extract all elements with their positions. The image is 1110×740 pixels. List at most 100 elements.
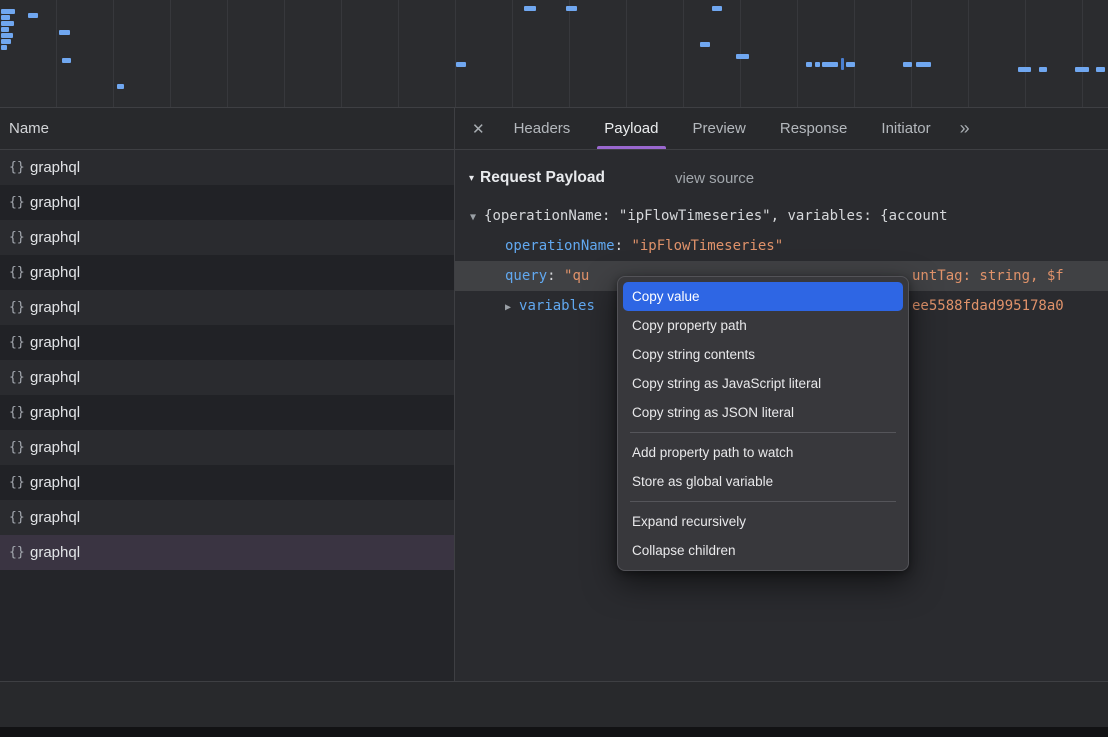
request-timing-bar (815, 62, 820, 67)
root-preview-text: {operationName: "ipFlowTimeseries", vari… (484, 208, 948, 224)
menu-item-expand-recursively[interactable]: Expand recursively (618, 507, 908, 536)
request-name: graphql (30, 404, 80, 421)
section-expander-icon[interactable]: ▾ (469, 173, 474, 184)
request-name: graphql (30, 159, 80, 176)
request-timing-bar (28, 13, 38, 18)
footer-area (0, 682, 1108, 727)
request-name: graphql (30, 334, 80, 351)
json-braces-icon: {} (9, 160, 30, 175)
detail-tabs: HeadersPayloadPreviewResponseInitiator (497, 108, 948, 149)
request-timing-bar (1039, 67, 1047, 72)
request-timing-bar (59, 30, 70, 35)
json-braces-icon: {} (9, 545, 30, 560)
column-header-name-label: Name (9, 120, 49, 137)
network-request-row[interactable]: {}graphql (0, 465, 454, 500)
request-timing-bar (1075, 67, 1089, 72)
menu-item-copy-string-contents[interactable]: Copy string contents (618, 340, 908, 369)
menu-item-collapse-children[interactable]: Collapse children (618, 536, 908, 565)
property-value-overflow: ee5588fdad995178a0 (912, 291, 1064, 321)
json-braces-icon: {} (9, 195, 30, 210)
request-timing-bar (1, 15, 10, 20)
json-braces-icon: {} (9, 510, 30, 525)
json-braces-icon: {} (9, 230, 30, 245)
request-name: graphql (30, 544, 80, 561)
request-timing-bar (1, 27, 9, 32)
request-timing-bar (456, 62, 466, 67)
property-value-overflow: untTag: string, $f (912, 261, 1064, 291)
tab-initiator[interactable]: Initiator (864, 108, 947, 149)
request-name: graphql (30, 474, 80, 491)
network-request-row[interactable]: {}graphql (0, 360, 454, 395)
network-request-row[interactable]: {}graphql (0, 430, 454, 465)
expander-down-icon[interactable]: ▼ (470, 203, 476, 231)
request-timing-bar (846, 62, 855, 67)
request-timing-bar (1096, 67, 1105, 72)
network-request-row[interactable]: {}graphql (0, 290, 454, 325)
menu-item-copy-value[interactable]: Copy value (623, 282, 903, 311)
request-name: graphql (30, 509, 80, 526)
close-icon: ✕ (472, 121, 485, 138)
json-braces-icon: {} (9, 370, 30, 385)
menu-item-add-property-path-to-watch[interactable]: Add property path to watch (618, 438, 908, 467)
section-title: Request Payload (480, 169, 605, 187)
tab-payload[interactable]: Payload (587, 108, 675, 149)
network-request-row[interactable]: {}graphql (0, 325, 454, 360)
request-list: {}graphql{}graphql{}graphql{}graphql{}gr… (0, 150, 454, 570)
network-request-row[interactable]: {}graphql (0, 255, 454, 290)
network-request-row[interactable]: {}graphql (0, 185, 454, 220)
request-timing-bar (806, 62, 812, 67)
property-value: "ipFlowTimeseries" (631, 238, 783, 254)
request-timing-bar (903, 62, 912, 67)
menu-item-copy-string-as-javascript-literal[interactable]: Copy string as JavaScript literal (618, 369, 908, 398)
menu-item-store-as-global-variable[interactable]: Store as global variable (618, 467, 908, 496)
network-request-row[interactable]: {}graphql (0, 535, 454, 570)
network-overview-timeline[interactable] (0, 0, 1108, 108)
property-value: "qu (564, 268, 589, 284)
request-payload-section-header[interactable]: ▾ Request Payload view source (469, 163, 754, 193)
property-key: variables (519, 298, 595, 314)
network-request-row[interactable]: {}graphql (0, 500, 454, 535)
request-name: graphql (30, 264, 80, 281)
tab-headers[interactable]: Headers (497, 108, 588, 149)
request-name: graphql (30, 194, 80, 211)
menu-separator (630, 501, 896, 502)
panel-header-band: Name ✕ HeadersPayloadPreviewResponseInit… (0, 108, 1108, 150)
request-timing-bar (1, 9, 15, 14)
menu-item-copy-property-path[interactable]: Copy property path (618, 311, 908, 340)
request-timing-bar (1, 21, 14, 26)
window-bottom-bar (0, 727, 1108, 737)
menu-item-copy-string-as-json-literal[interactable]: Copy string as JSON literal (618, 398, 908, 427)
panel-split-divider[interactable] (454, 108, 455, 727)
column-header-name[interactable]: Name (0, 108, 454, 149)
expander-right-icon[interactable]: ▶ (505, 293, 511, 321)
detail-tabbar: ✕ HeadersPayloadPreviewResponseInitiator… (455, 108, 1108, 149)
request-name: graphql (30, 299, 80, 316)
tab-response[interactable]: Response (763, 108, 865, 149)
request-timing-bar (1, 39, 11, 44)
payload-root-node[interactable]: ▼ {operationName: "ipFlowTimeseries", var… (455, 201, 1108, 231)
request-name: graphql (30, 369, 80, 386)
json-braces-icon: {} (9, 300, 30, 315)
network-request-row[interactable]: {}graphql (0, 220, 454, 255)
view-source-link[interactable]: view source (675, 170, 754, 187)
more-tabs-button[interactable]: » (960, 118, 970, 139)
request-name: graphql (30, 229, 80, 246)
property-key: query (505, 268, 547, 284)
json-braces-icon: {} (9, 335, 30, 350)
request-timing-bar (117, 84, 124, 89)
request-timing-bar (916, 62, 931, 67)
request-timing-bar (1, 45, 7, 50)
request-timing-bar (1018, 67, 1031, 72)
request-timing-bar (62, 58, 71, 63)
network-request-row[interactable]: {}graphql (0, 395, 454, 430)
request-timing-bar (822, 62, 838, 67)
menu-separator (630, 432, 896, 433)
context-menu: Copy valueCopy property pathCopy string … (617, 276, 909, 571)
payload-node-operationname[interactable]: operationName: "ipFlowTimeseries" (455, 231, 1108, 261)
request-timing-bar (524, 6, 536, 11)
tab-preview[interactable]: Preview (676, 108, 763, 149)
close-panel-button[interactable]: ✕ (472, 120, 485, 138)
request-list-panel: {}graphql{}graphql{}graphql{}graphql{}gr… (0, 150, 454, 681)
network-request-row[interactable]: {}graphql (0, 150, 454, 185)
request-timing-bar (712, 6, 722, 11)
